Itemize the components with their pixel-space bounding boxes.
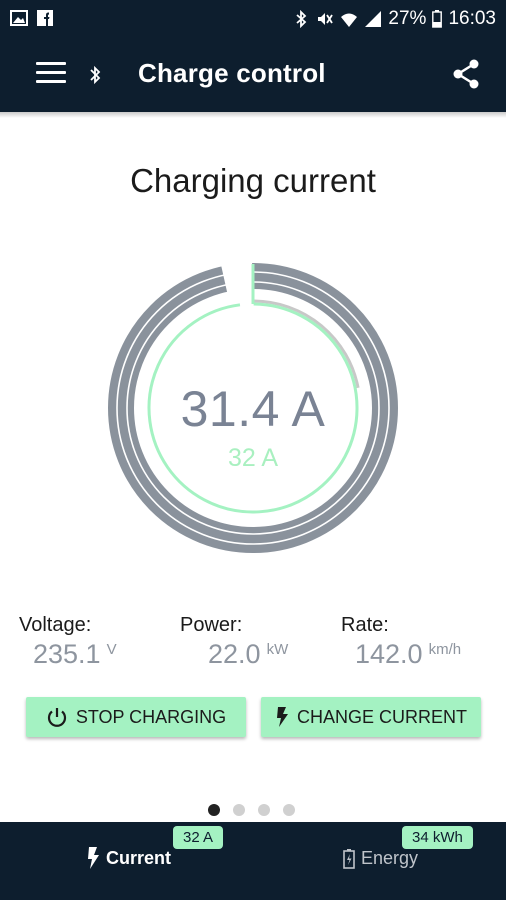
voltage-unit: V	[106, 641, 117, 658]
nav-energy-label: Energy	[361, 848, 419, 868]
facebook-icon	[37, 10, 53, 26]
section-heading: Charging current	[130, 162, 376, 199]
nav-current-label: Current	[106, 847, 172, 868]
rate-stat: Rate: 142.0 km/h	[341, 614, 501, 670]
current-badge: 32 A	[173, 826, 224, 849]
app-bar: Charge control	[0, 38, 506, 112]
bottom-navigation: 32 A Current 34 kWh Energy	[0, 822, 506, 900]
stop-charging-label: STOP CHARGING	[75, 706, 227, 727]
battery-icon	[343, 848, 355, 869]
rate-label: Rate:	[341, 614, 389, 636]
energy-badge: 34 kWh	[402, 826, 473, 849]
bluetooth-icon	[296, 10, 307, 28]
lightning-icon	[276, 707, 288, 727]
image-icon	[10, 10, 28, 26]
app-bar-shadow	[0, 112, 506, 118]
power-unit: kW	[266, 641, 289, 658]
voltage-stat: Voltage: 235.1 V	[19, 614, 179, 670]
power-icon	[47, 708, 66, 727]
page-title: Charge control	[138, 58, 326, 88]
status-bar: 27% 16:03	[0, 0, 506, 38]
current-value: 31.4 A	[180, 381, 326, 437]
rate-value: 142.0	[355, 639, 423, 669]
power-value: 22.0	[208, 639, 261, 669]
battery-percent: 27%	[388, 8, 427, 29]
page-dot-4[interactable]	[283, 804, 295, 816]
change-current-button[interactable]: CHANGE CURRENT	[261, 697, 481, 737]
gauge-readout: 31.4 A 32 A	[103, 380, 403, 473]
page-indicator	[208, 804, 295, 816]
lightning-icon	[88, 847, 99, 869]
bluetooth-icon	[90, 65, 101, 85]
stop-charging-button[interactable]: STOP CHARGING	[26, 697, 246, 737]
menu-icon[interactable]	[36, 62, 66, 88]
voltage-label: Voltage:	[19, 614, 92, 636]
page-dot-1[interactable]	[208, 804, 220, 816]
rate-unit: km/h	[428, 641, 462, 658]
nav-item-energy[interactable]: Energy	[343, 848, 418, 869]
power-stat: Power: 22.0 kW	[180, 614, 340, 670]
voltage-value: 235.1	[33, 639, 101, 669]
page-dot-2[interactable]	[233, 804, 245, 816]
set-current-value: 32 A	[227, 444, 279, 472]
page-dot-3[interactable]	[258, 804, 270, 816]
clock: 16:03	[448, 8, 496, 29]
wifi-icon	[341, 13, 358, 27]
signal-icon	[365, 11, 382, 27]
power-label: Power:	[180, 614, 243, 636]
change-current-label: CHANGE CURRENT	[296, 706, 467, 727]
gauge-empty-segment	[221, 262, 253, 293]
mute-icon	[318, 13, 334, 25]
share-icon[interactable]	[450, 58, 482, 90]
battery-icon	[432, 10, 443, 28]
nav-item-current[interactable]: Current	[86, 846, 171, 870]
